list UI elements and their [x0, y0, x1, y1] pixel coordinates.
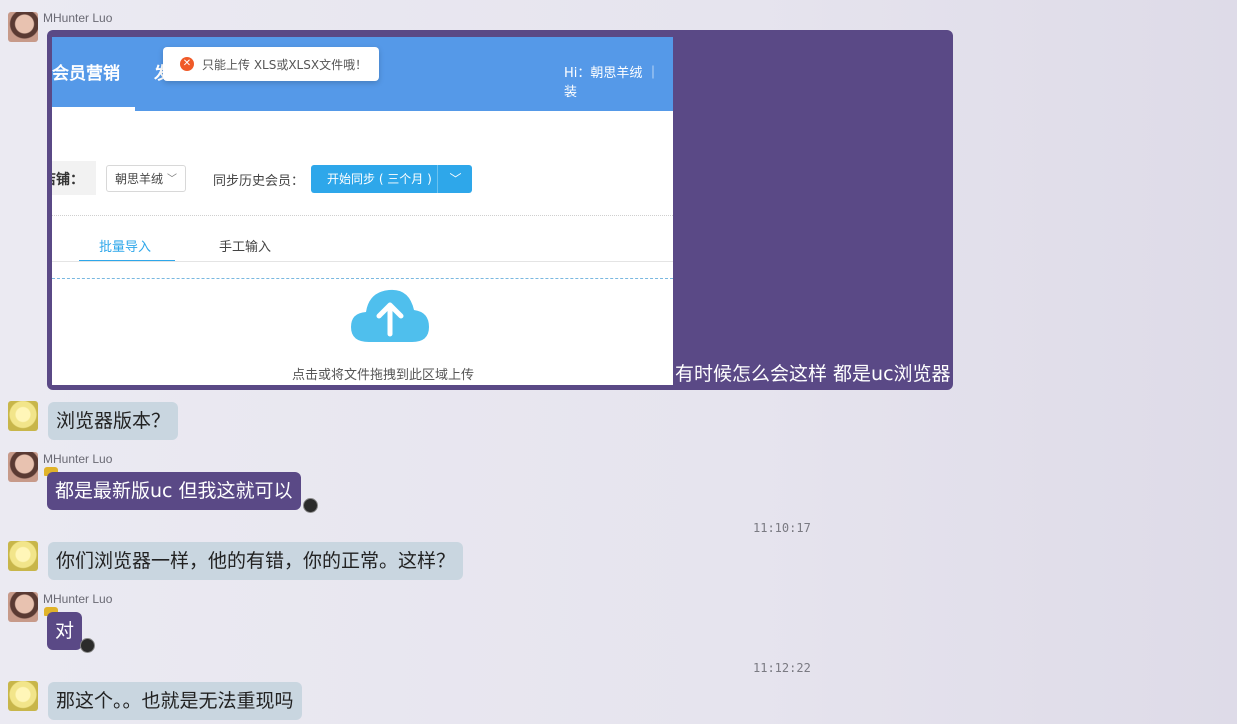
screenshot-image[interactable]: 会员营销 发 Hi：朝思羊绒 ｜ 装 ✕ 只能上传 XLS或XLSX文件哦！ 店…: [52, 37, 673, 385]
tab-batch-import: 批量导入: [99, 240, 152, 255]
tabs-divider: [52, 261, 673, 262]
timestamp: 11:12:22: [753, 661, 811, 675]
sync-button: 开始同步 ( 三个月 ) ﹀: [311, 165, 472, 193]
error-icon: ✕: [180, 57, 194, 71]
toast-text: 只能上传 XLS或XLSX文件哦！: [202, 57, 368, 72]
message-bubble[interactable]: 对: [47, 612, 83, 650]
nav-active-underline: [52, 107, 135, 111]
sender-name: MHunter Luo: [43, 11, 113, 25]
timestamp: 11:10:17: [753, 521, 811, 535]
cloud-upload-icon: [351, 289, 429, 342]
sync-button-label: 开始同步 ( 三个月 ): [327, 172, 432, 186]
avatar[interactable]: [8, 681, 38, 711]
screenshot-nav-title: 会员营销: [52, 64, 120, 84]
avatar[interactable]: [8, 12, 38, 42]
screenshot-greeting: Hi：朝思羊绒 ｜ 装: [564, 66, 660, 100]
avatar[interactable]: [8, 401, 38, 431]
message-bubble[interactable]: 都是最新版uc 但我这就可以: [47, 472, 301, 510]
divider: [52, 215, 673, 216]
upload-area-border: [52, 278, 673, 279]
shop-select: 朝思羊绒 ﹀: [106, 165, 186, 192]
shop-select-value: 朝思羊绒: [115, 172, 164, 186]
tab-manual-input: 手工输入: [219, 240, 272, 255]
avatar[interactable]: [8, 592, 38, 622]
error-toast: ✕ 只能上传 XLS或XLSX文件哦！: [163, 47, 379, 81]
skull-icon: [80, 638, 95, 653]
sender-name: MHunter Luo: [43, 592, 113, 606]
sender-name: MHunter Luo: [43, 452, 113, 466]
message-bubble[interactable]: 浏览器版本？: [48, 402, 179, 440]
upload-hint: 点击或将文件拖拽到此区域上传: [292, 368, 475, 383]
message-caption: 有时候怎么会这样 都是uc浏览器: [675, 363, 951, 385]
avatar[interactable]: [8, 452, 38, 482]
shop-label: 店铺：: [52, 172, 84, 188]
message-bubble[interactable]: 你们浏览器一样，他的有错，你的正常。这样？: [48, 542, 464, 580]
avatar[interactable]: [8, 541, 38, 571]
skull-icon: [303, 498, 318, 513]
sync-label: 同步历史会员：: [213, 174, 305, 189]
message-bubble[interactable]: 那这个。。也就是无法重现吗: [48, 682, 302, 720]
chevron-down-icon: ﹀: [167, 174, 177, 185]
chevron-down-icon: ﹀: [437, 165, 473, 193]
